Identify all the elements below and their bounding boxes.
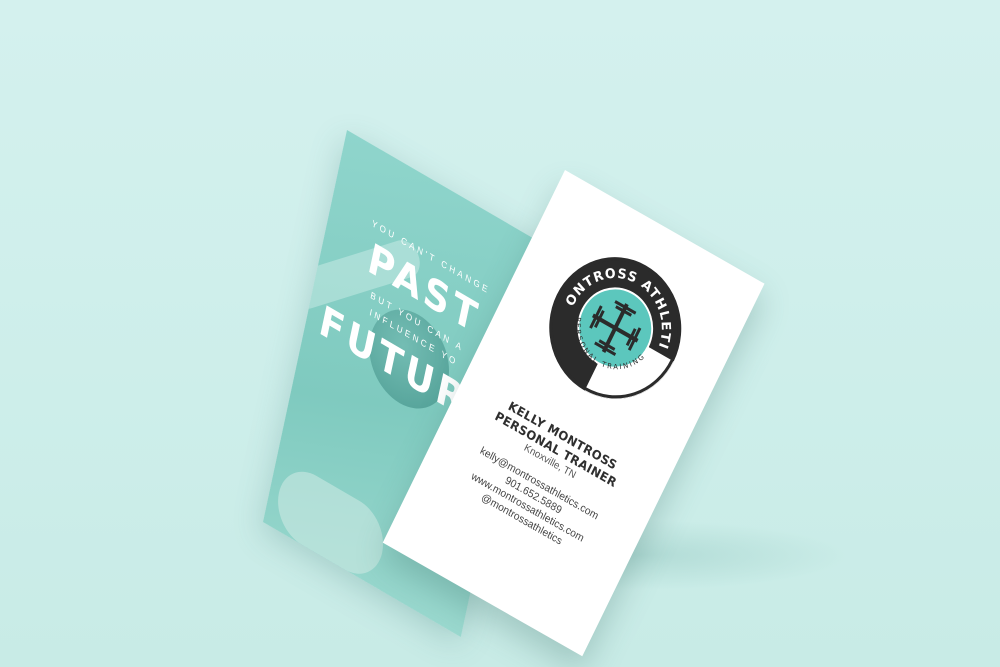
montross-logo: MONTROSS ATHLETICS PERSONAL TRAINING — [524, 216, 707, 426]
logo-emblem: MONTROSS ATHLETICS PERSONAL TRAINING — [548, 216, 702, 399]
photo-background-shape — [271, 458, 390, 587]
mockup-scene: YOU CAN'T CHANGE PAST BUT YOU CAN A INFL… — [0, 0, 1000, 667]
